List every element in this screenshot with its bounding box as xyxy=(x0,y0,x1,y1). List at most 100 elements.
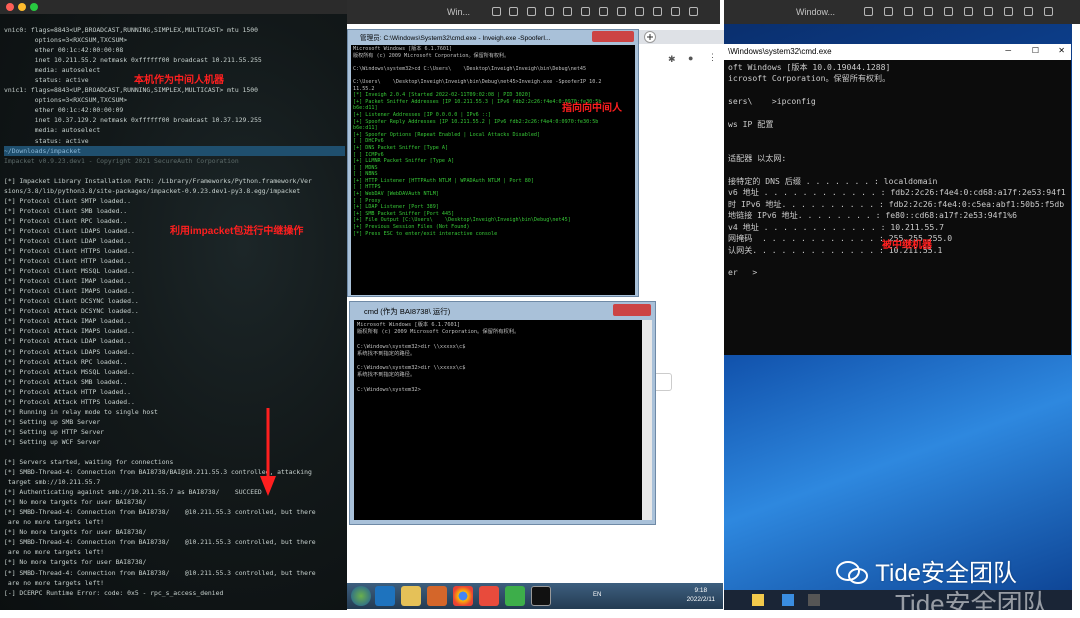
start-button-icon[interactable] xyxy=(351,586,371,606)
output-line: ws IP 配置 xyxy=(728,119,774,130)
output-line: [*] Protocol Client MSSQL loaded.. xyxy=(4,267,135,276)
vm-window-title: Win... xyxy=(447,7,471,17)
zoom-dot-icon[interactable] xyxy=(30,3,38,11)
vm-tool-icon[interactable] xyxy=(599,7,608,16)
minimize-dot-icon[interactable] xyxy=(18,3,26,11)
cmd-icon[interactable] xyxy=(531,586,551,606)
ie-icon[interactable] xyxy=(375,586,395,606)
app-icon[interactable] xyxy=(505,586,525,606)
vm-tool-icon[interactable] xyxy=(884,7,893,16)
vm-tool-icon[interactable] xyxy=(581,7,590,16)
vm-tool-icon[interactable] xyxy=(545,7,554,16)
vm-tool-icon[interactable] xyxy=(689,7,698,16)
taskbar-icon[interactable] xyxy=(808,594,820,606)
vm-tool-icon[interactable] xyxy=(617,7,626,16)
output-line: C:\Users\ \Desktop\Inveigh\Inveigh\bin\D… xyxy=(353,78,602,85)
extension-icon[interactable]: ✱ xyxy=(668,54,676,65)
output-line: [*] SMBD-Thread-4: Connection from BAI87… xyxy=(4,508,316,517)
window-title: \Windows\system32\cmd.exe ─ ☐ ✕ xyxy=(724,44,1071,60)
chrome-icon[interactable] xyxy=(453,586,473,606)
output-line: ~/Downloads/impacket xyxy=(4,145,345,156)
taskbar-icon[interactable] xyxy=(752,594,764,606)
vm-tool-icon[interactable] xyxy=(671,7,680,16)
vm-tool-icon[interactable] xyxy=(635,7,644,16)
output-line: status: active xyxy=(4,136,89,145)
vm-tool-icon[interactable] xyxy=(984,7,993,16)
output-line: [+] HTTP Listener [HTTPAuth NTLM | WPADA… xyxy=(353,177,534,184)
menu-icon[interactable]: ⋮ xyxy=(708,52,717,63)
left-terminal-window[interactable]: vnic0: flags=8843<UP,BROADCAST,RUNNING,S… xyxy=(0,0,347,618)
close-button[interactable] xyxy=(613,304,651,316)
output-line: [*] Protocol Attack IMAPS loaded.. xyxy=(4,327,135,336)
output-line: [+] WebDAV [WebDAVAuth NTLM] xyxy=(353,191,439,198)
output-line: b6e:d11] xyxy=(353,125,378,132)
output-line: [*] Impacket Library Installation Path: … xyxy=(4,176,312,185)
output-line: 版权所有 (c) 2009 Microsoft Corporation。保留所有… xyxy=(353,52,510,59)
watermark: Tide安全团队 xyxy=(835,553,1017,588)
vm-tool-icon[interactable] xyxy=(864,7,873,16)
output-line: options=3<RXCSUM,TXCSUM> xyxy=(4,36,128,45)
minimize-button[interactable]: ─ xyxy=(1005,46,1011,55)
output-line: [*] Protocol Client HTTP loaded.. xyxy=(4,257,131,266)
explorer-icon[interactable] xyxy=(401,586,421,606)
annotation-mitm: 本机作为中间人机器 xyxy=(134,75,224,86)
vm-tool-icon[interactable] xyxy=(964,7,973,16)
cmd-runas-window[interactable]: cmd (作为 BAI8738\ 运行) Microsoft Windows [… xyxy=(349,301,656,525)
output-line: 系统找不到指定的路径。 xyxy=(357,372,416,379)
inveigh-cmd-window[interactable]: 管理员: C:\Windows\System32\cmd.exe - Invei… xyxy=(347,29,639,297)
window-controls[interactable] xyxy=(592,31,634,42)
vm-tool-icon[interactable] xyxy=(563,7,572,16)
clock-time: 9:18 xyxy=(694,587,708,594)
media-icon[interactable] xyxy=(427,586,447,606)
profile-icon[interactable]: ● xyxy=(688,53,693,63)
output-line: 适配器 以太网: xyxy=(728,153,787,164)
app-icon[interactable] xyxy=(479,586,499,606)
vm-tool-icon[interactable] xyxy=(1024,7,1033,16)
cmd-output: Microsoft Windows [版本 6.1.7601] 版权所有 (c) … xyxy=(354,320,642,396)
vm-tool-icon[interactable] xyxy=(1004,7,1013,16)
output-line: [ ] NBNS xyxy=(353,171,378,178)
taskbar-clock[interactable]: 9:18 2022/2/11 xyxy=(687,586,715,604)
vm-tool-icon[interactable] xyxy=(944,7,953,16)
language-indicator[interactable]: EN xyxy=(593,592,601,598)
output-line: [*] No more targets for user BAI8738/ xyxy=(4,528,147,537)
taskbar-icon[interactable] xyxy=(782,594,794,606)
vm-tool-icon[interactable] xyxy=(509,7,518,16)
output-line: [*] No more targets for user BAI8738/ xyxy=(4,558,147,567)
close-dot-icon[interactable] xyxy=(6,3,14,11)
vm-tool-icon[interactable] xyxy=(924,7,933,16)
output-line: [-] DCERPC Runtime Error: code: 0x5 - rp… xyxy=(4,588,224,597)
vm-tool-icon[interactable] xyxy=(653,7,662,16)
vm-tool-icon[interactable] xyxy=(904,7,913,16)
output-line: 系统找不到指定的路径。 xyxy=(357,350,416,357)
remote-cmd-window[interactable]: \Windows\system32\cmd.exe ─ ☐ ✕ oft Wind… xyxy=(724,44,1071,355)
output-line: [*] Protocol Attack LDAPS loaded.. xyxy=(4,347,135,356)
plus-icon[interactable] xyxy=(644,31,656,43)
wechat-icon xyxy=(836,561,868,584)
output-line: [*] Servers started, waiting for connect… xyxy=(4,458,174,467)
red-arrow-icon xyxy=(260,408,276,496)
window-title: cmd (作为 BAI8738\ 运行) xyxy=(364,307,451,316)
maximize-button[interactable]: ☐ xyxy=(1032,46,1039,55)
scrollbar[interactable] xyxy=(642,320,652,520)
annotation-pointer: 指向向中间人 xyxy=(562,103,622,114)
output-line: [*] Authenticating against smb://10.211.… xyxy=(4,488,262,497)
vm-tool-icon[interactable] xyxy=(527,7,536,16)
clock-date: 2022/2/11 xyxy=(686,596,715,603)
output-line: [*] Protocol Attack LDAP loaded.. xyxy=(4,337,131,346)
vm-tool-icon[interactable] xyxy=(1044,7,1053,16)
output-line: [ ] HTTPS xyxy=(353,184,381,191)
output-line: sers\ >ipconfig xyxy=(728,96,816,107)
output-line: [*] Press ESC to enter/exit interactive … xyxy=(353,230,498,237)
close-button[interactable]: ✕ xyxy=(1058,46,1065,55)
output-line: [*] SMBD-Thread-4: Connection from BAI87… xyxy=(4,538,316,547)
vm-tool-icon[interactable] xyxy=(492,7,501,16)
output-line: 版权所有 (c) 2009 Microsoft Corporation。保留所有… xyxy=(357,329,520,336)
output-line: [*] Protocol Client LDAP loaded.. xyxy=(4,236,131,245)
